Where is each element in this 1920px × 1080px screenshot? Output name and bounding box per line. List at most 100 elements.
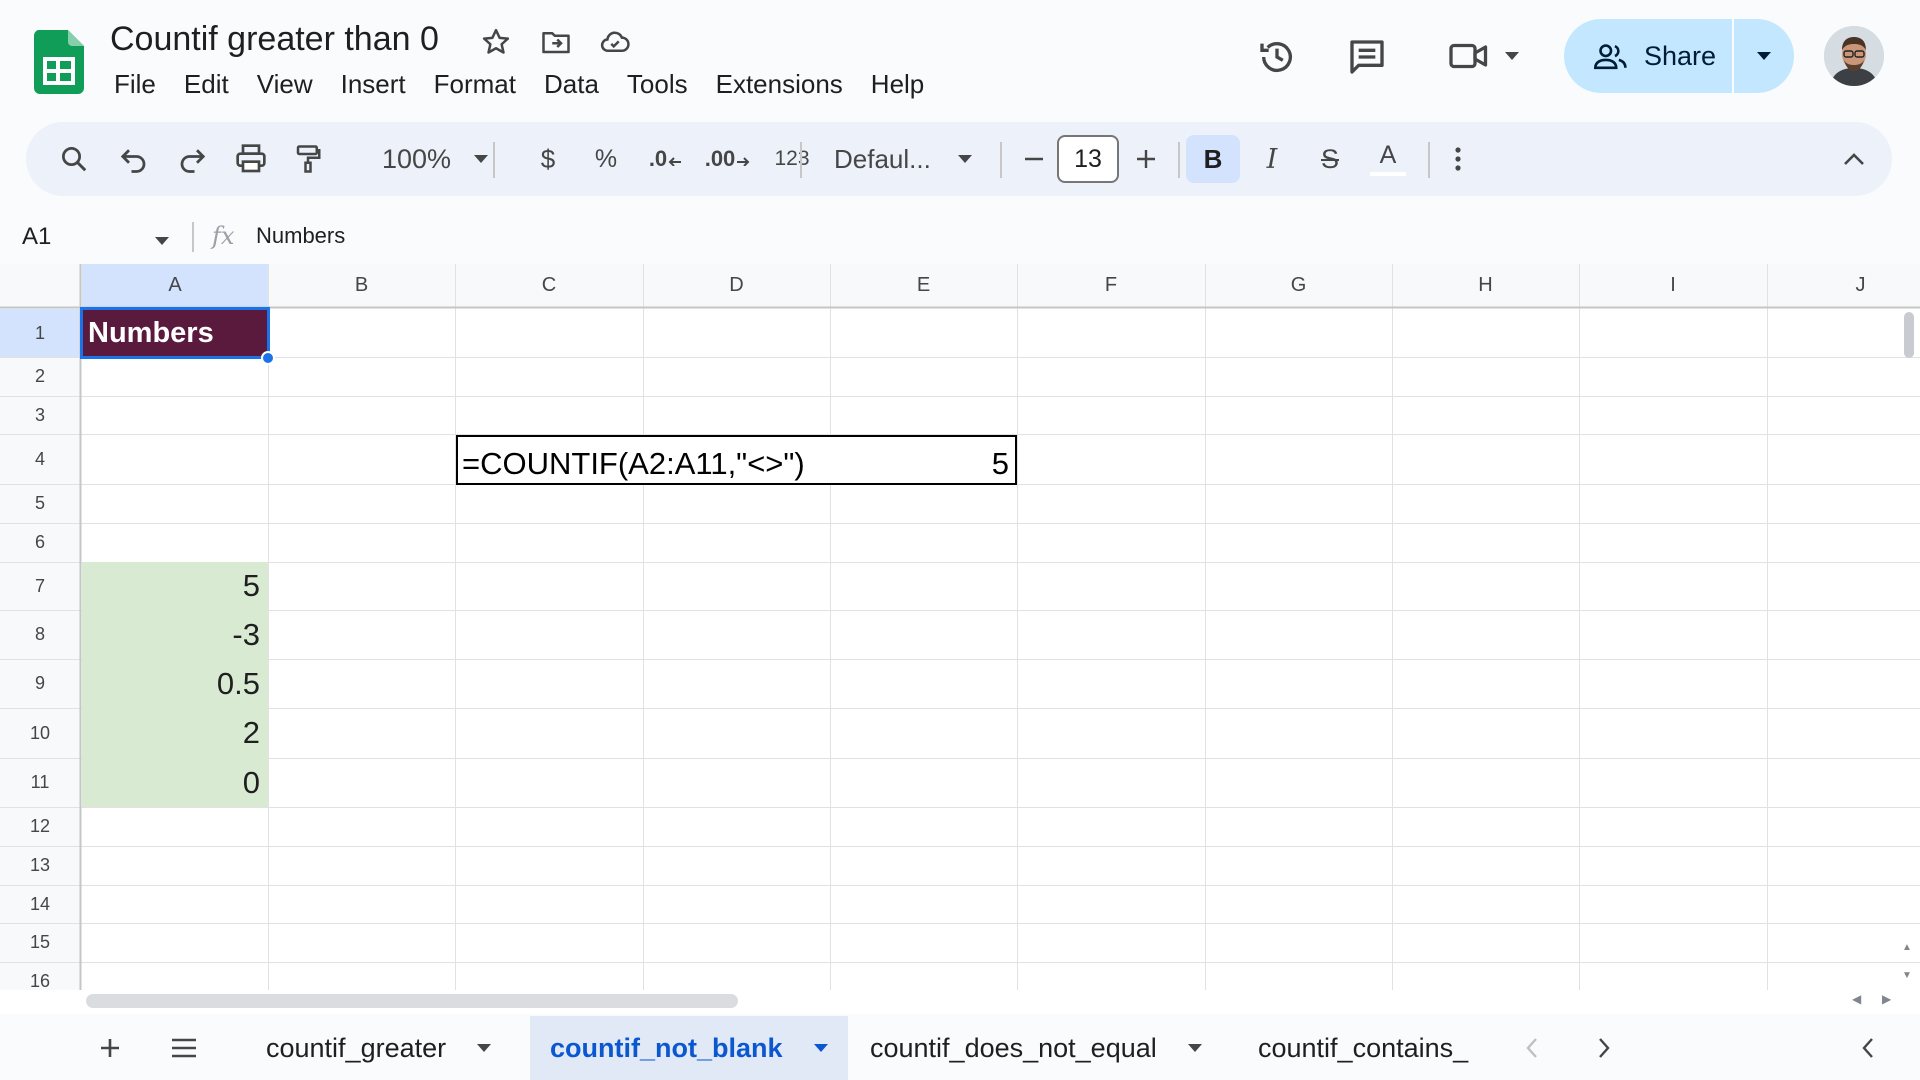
sheet-tab-countif-contains[interactable]: countif_contains_ [1238, 1016, 1493, 1080]
menu-insert[interactable]: Insert [327, 64, 420, 104]
row-header-4[interactable]: 4 [0, 434, 80, 484]
plus-icon [101, 1039, 119, 1057]
scroll-tabs-left-button[interactable] [1512, 1028, 1552, 1068]
version-history-icon[interactable] [1254, 34, 1300, 80]
menu-tools[interactable]: Tools [613, 64, 702, 104]
share-button[interactable]: Share [1564, 19, 1732, 93]
row-header-11[interactable]: 11 [0, 758, 80, 807]
percent-format-button[interactable]: % [586, 135, 626, 183]
row-header-9[interactable]: 9 [0, 659, 80, 708]
decrease-decimal-button[interactable]: .0 [642, 135, 690, 183]
cloud-saved-icon[interactable] [597, 24, 633, 60]
increase-decimal-button[interactable]: .00 [700, 135, 756, 183]
scroll-right-arrow-icon[interactable]: ▶ [1882, 992, 1891, 1006]
document-title[interactable]: Countif greater than 0 [110, 19, 439, 59]
row-header-3[interactable]: 3 [0, 396, 80, 434]
menu-data[interactable]: Data [530, 64, 613, 104]
undo-button[interactable] [110, 135, 158, 183]
more-options-button[interactable] [1440, 135, 1476, 183]
cell-a9[interactable]: 0.5 [82, 659, 268, 708]
collapse-toolbar-button[interactable] [1834, 135, 1874, 183]
menu-view[interactable]: View [243, 64, 327, 104]
more-vert-icon [1455, 147, 1461, 171]
cell-e4-result[interactable]: 5 [992, 446, 1009, 482]
sheet-tab-countif-greater[interactable]: countif_greater [246, 1016, 528, 1080]
cell-a8[interactable]: -3 [82, 610, 268, 659]
column-header-b[interactable]: B [268, 264, 455, 307]
column-header-a[interactable]: A [82, 264, 268, 307]
star-icon[interactable] [478, 24, 514, 60]
decrease-font-size-button[interactable] [1014, 135, 1054, 183]
bold-button[interactable]: B [1186, 135, 1240, 183]
cell-c4-formula[interactable]: =COUNTIF(A2:A11,"<>") [462, 446, 805, 482]
sheet-tab-countif-does-not-equal[interactable]: countif_does_not_equal [850, 1016, 1220, 1080]
horizontal-scrollbar-thumb[interactable] [86, 994, 738, 1008]
chevron-down-icon[interactable] [1187, 1043, 1203, 1053]
name-box[interactable]: A1 [14, 216, 174, 258]
comments-icon[interactable] [1344, 34, 1390, 80]
increase-font-size-button[interactable] [1126, 135, 1166, 183]
column-header-j[interactable]: J [1767, 264, 1920, 307]
sheet-tab-countif-not-blank[interactable]: countif_not_blank [530, 1016, 848, 1080]
font-size-input[interactable]: 13 [1057, 135, 1119, 183]
cell-a11[interactable]: 0 [82, 758, 268, 807]
font-family-select[interactable]: Defaul... [822, 135, 1012, 183]
paint-format-button[interactable] [284, 135, 332, 183]
fill-handle[interactable] [261, 351, 275, 365]
cell-a7[interactable]: 5 [82, 562, 268, 610]
italic-button[interactable]: I [1248, 135, 1296, 183]
column-header-i[interactable]: I [1579, 264, 1767, 307]
row-header-2[interactable]: 2 [0, 357, 80, 396]
row-header-1[interactable]: 1 [0, 309, 80, 357]
row-header-7[interactable]: 7 [0, 562, 80, 610]
row-header-5[interactable]: 5 [0, 484, 80, 523]
add-sheet-button[interactable] [90, 1028, 130, 1068]
column-header-c[interactable]: C [455, 264, 643, 307]
column-header-f[interactable]: F [1017, 264, 1205, 307]
explore-side-panel-button[interactable] [1848, 1028, 1888, 1068]
cell-a1-header[interactable]: Numbers [80, 307, 270, 359]
row-header-8[interactable]: 8 [0, 610, 80, 659]
row-header-6[interactable]: 6 [0, 523, 80, 562]
row-header-12[interactable]: 12 [0, 807, 80, 846]
column-header-h[interactable]: H [1392, 264, 1579, 307]
print-button[interactable] [227, 135, 275, 183]
menu-edit[interactable]: Edit [170, 64, 243, 104]
meet-dropdown-icon[interactable] [1500, 44, 1524, 68]
sheets-logo-icon[interactable] [33, 30, 84, 94]
row-header-14[interactable]: 14 [0, 885, 80, 923]
vertical-scrollbar-thumb[interactable] [1904, 312, 1914, 358]
column-header-g[interactable]: G [1205, 264, 1392, 307]
text-color-button[interactable]: A [1364, 135, 1412, 183]
menu-file[interactable]: File [100, 64, 170, 104]
menu-extensions[interactable]: Extensions [702, 64, 857, 104]
chevron-down-icon[interactable] [476, 1043, 492, 1053]
move-folder-icon[interactable] [538, 24, 574, 60]
plus-icon [1137, 150, 1155, 168]
meet-video-icon[interactable] [1446, 36, 1492, 76]
scroll-left-arrow-icon[interactable]: ◀ [1852, 992, 1861, 1006]
row-header-13[interactable]: 13 [0, 846, 80, 885]
formula-input[interactable]: Numbers [256, 220, 345, 252]
cell-a10[interactable]: 2 [82, 708, 268, 758]
zoom-select[interactable]: 100% [376, 135, 506, 183]
more-formats-button[interactable]: 123 [766, 135, 818, 183]
currency-format-button[interactable]: $ [528, 135, 568, 183]
scroll-tabs-right-button[interactable] [1584, 1028, 1624, 1068]
column-header-e[interactable]: E [830, 264, 1017, 307]
menu-format[interactable]: Format [420, 64, 530, 104]
row-header-15[interactable]: 15 [0, 923, 80, 962]
scroll-down-arrow-icon[interactable]: ▼ [1902, 970, 1912, 981]
chevron-down-icon[interactable] [813, 1043, 829, 1053]
account-avatar[interactable] [1824, 26, 1884, 86]
menu-help[interactable]: Help [857, 64, 938, 104]
chevron-down-icon[interactable] [154, 236, 170, 246]
scroll-up-arrow-icon[interactable]: ▲ [1902, 942, 1912, 953]
strikethrough-button[interactable]: S [1306, 135, 1354, 183]
column-header-d[interactable]: D [643, 264, 830, 307]
share-options-dropdown[interactable] [1734, 19, 1794, 93]
search-menus-button[interactable] [50, 135, 98, 183]
all-sheets-button[interactable] [164, 1028, 204, 1068]
redo-button[interactable] [168, 135, 216, 183]
row-header-10[interactable]: 10 [0, 708, 80, 758]
